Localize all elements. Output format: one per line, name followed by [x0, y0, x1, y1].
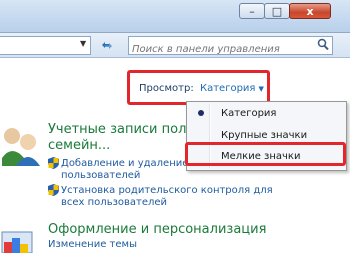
- close-icon: x: [306, 4, 314, 18]
- link-parental-controls-line2[interactable]: всех пользователей: [61, 196, 167, 209]
- menu-item-label: Категория: [221, 108, 277, 119]
- menu-item-category[interactable]: Категория: [189, 104, 344, 123]
- users-icon: [2, 128, 40, 166]
- section-title-users-line2[interactable]: семейн...: [48, 138, 110, 153]
- chevron-down-icon[interactable]: ▼: [80, 39, 86, 48]
- refresh-icon: [102, 42, 112, 49]
- search-icon[interactable]: [317, 38, 329, 51]
- shield-icon: [48, 184, 59, 196]
- maximize-icon: □: [271, 4, 283, 18]
- link-add-remove-users-line2[interactable]: пользователей: [61, 169, 140, 182]
- window-title-bar: – □ x: [0, 0, 350, 33]
- radio-selected-icon: [198, 110, 204, 116]
- maximize-button[interactable]: □: [264, 3, 290, 19]
- link-change-theme[interactable]: Изменение темы: [48, 238, 137, 251]
- address-bar: ▼: [0, 33, 350, 58]
- section-title-users[interactable]: Учетные записи пользо: [48, 122, 209, 137]
- close-button[interactable]: x: [289, 3, 331, 19]
- minimize-icon: –: [249, 4, 255, 18]
- search-input[interactable]: [132, 42, 312, 57]
- shield-icon: [48, 157, 59, 169]
- refresh-button[interactable]: [99, 38, 115, 53]
- search-box[interactable]: [128, 36, 333, 57]
- highlight-frame-view-by: [127, 70, 270, 105]
- minimize-button[interactable]: –: [239, 3, 265, 19]
- section-title-appearance[interactable]: Оформление и персонализация: [48, 222, 266, 237]
- address-path-field[interactable]: ▼: [0, 36, 91, 55]
- appearance-icon: [1, 231, 33, 253]
- highlight-frame-small-icons: [185, 142, 346, 166]
